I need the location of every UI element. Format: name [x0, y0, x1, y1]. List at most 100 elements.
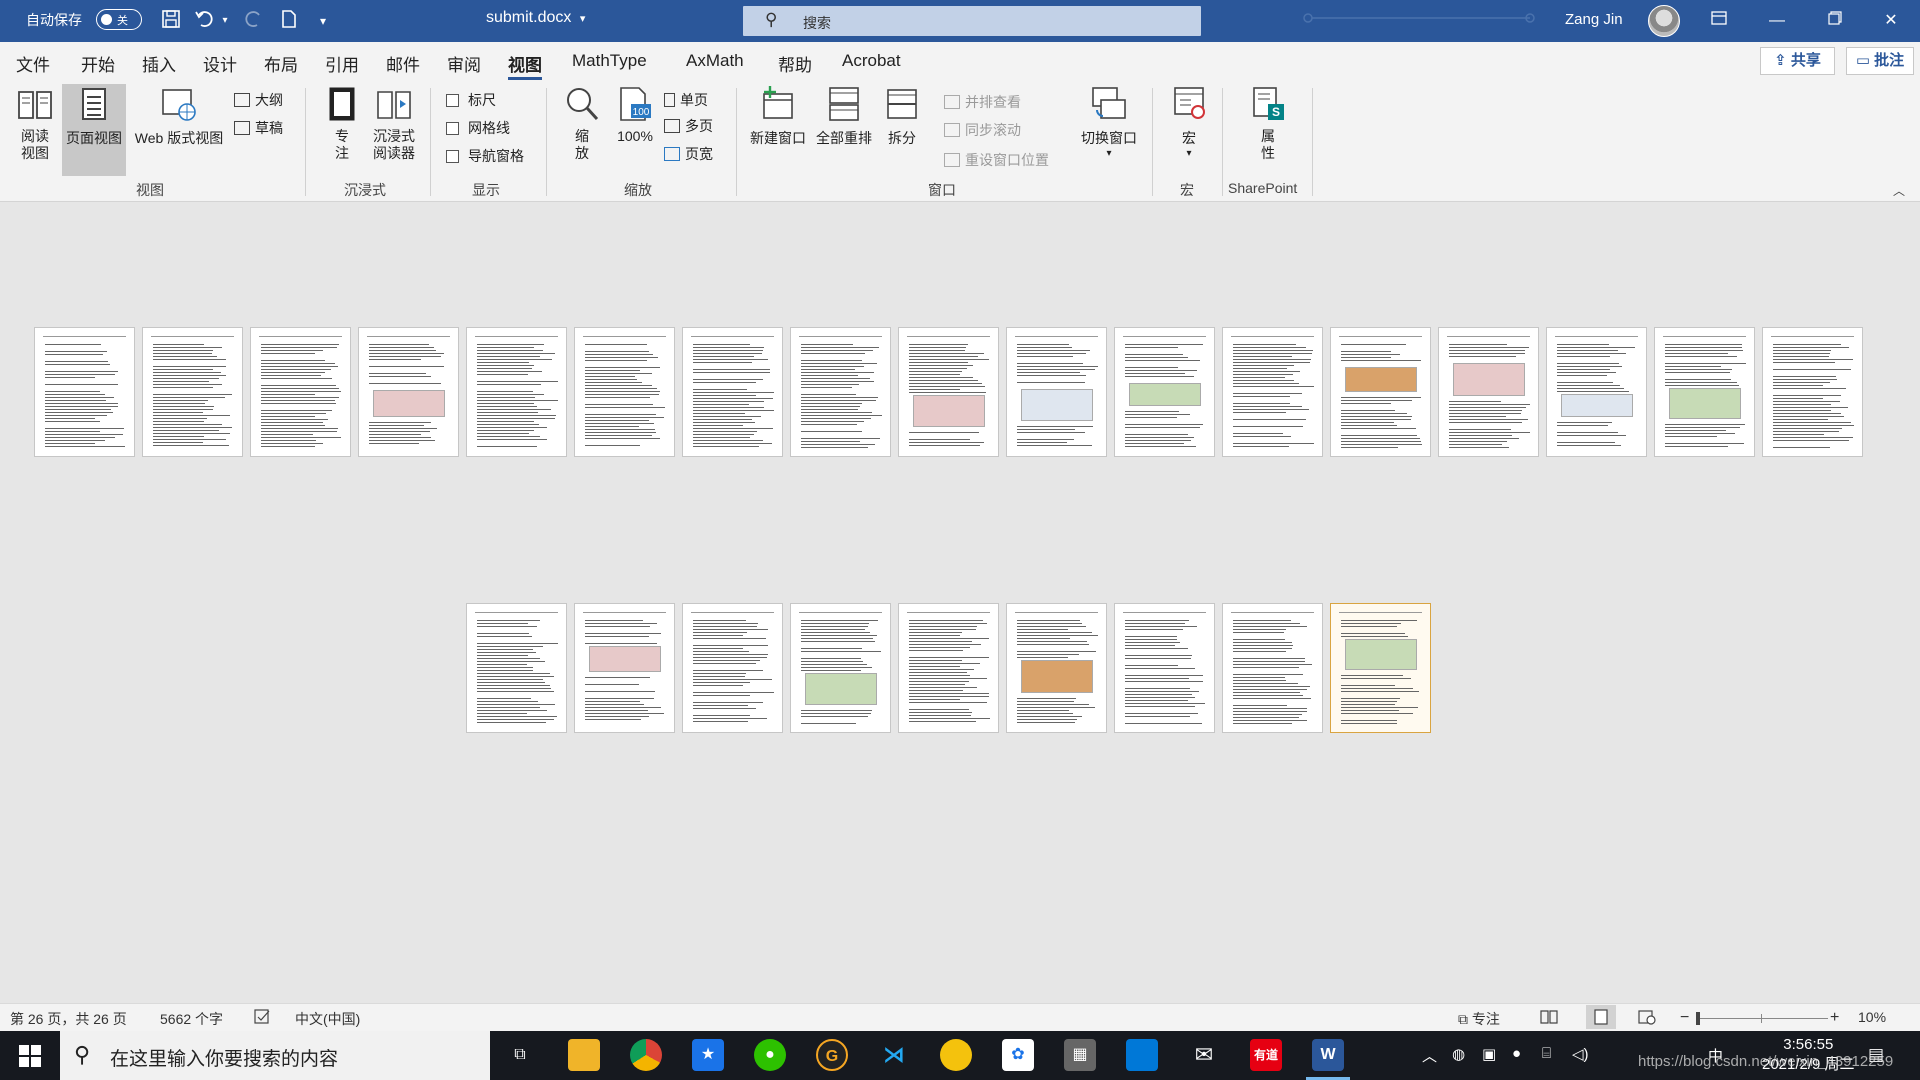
new-document-icon[interactable] — [276, 9, 302, 33]
app-red-icon[interactable]: 有道 — [1250, 1039, 1282, 1071]
tray-app-icon[interactable]: ▣ — [1482, 1045, 1496, 1063]
draft-button[interactable]: 草稿 — [234, 118, 283, 138]
focus-button[interactable]: 专注 — [318, 86, 366, 178]
minimize-icon[interactable]: — — [1748, 0, 1806, 42]
tab-mailings[interactable]: 邮件 — [386, 51, 420, 76]
tab-design[interactable]: 设计 — [203, 51, 237, 76]
page-thumbnail[interactable] — [1438, 327, 1539, 457]
zoom-percentage[interactable]: 10% — [1858, 1009, 1886, 1025]
page-thumbnail[interactable] — [1222, 327, 1323, 457]
macros-button[interactable]: 宏 ▾ — [1164, 86, 1214, 178]
task-view-icon[interactable]: ⧉ — [504, 1039, 536, 1071]
search-box[interactable]: ⚲ 搜索 — [743, 6, 1201, 36]
page-thumbnail[interactable] — [34, 327, 135, 457]
arrange-all-button[interactable]: 全部重排 — [812, 86, 876, 156]
split-button[interactable]: 拆分 — [880, 86, 924, 156]
synchronous-scrolling-button[interactable]: 同步滚动 — [944, 120, 1021, 140]
new-window-button[interactable]: 新建窗口 — [746, 86, 810, 156]
tab-help[interactable]: 帮助 — [778, 51, 812, 76]
page-thumbnail[interactable] — [1114, 327, 1215, 457]
page-thumbnail[interactable] — [682, 603, 783, 733]
page-thumbnail[interactable] — [466, 327, 567, 457]
user-name[interactable]: Zang Jin — [1565, 11, 1623, 28]
taskbar-search[interactable]: ⚲ 在这里输入你要搜索的内容 — [60, 1031, 490, 1080]
read-mode-button[interactable]: 阅读视图 — [12, 86, 58, 178]
app-g-icon[interactable]: G — [816, 1039, 848, 1071]
focus-mode-button[interactable]: ⧉ 专注 — [1458, 1009, 1500, 1029]
app-cloud-icon[interactable]: ✿ — [1002, 1039, 1034, 1071]
page-thumbnail[interactable] — [574, 603, 675, 733]
page-thumbnail[interactable] — [250, 327, 351, 457]
word-icon[interactable]: W — [1306, 1039, 1350, 1080]
zoom-out-icon[interactable]: − — [1680, 1009, 1689, 1027]
tab-view[interactable]: 视图 — [508, 51, 542, 80]
close-icon[interactable]: ✕ — [1862, 0, 1920, 42]
start-button[interactable] — [0, 1031, 60, 1080]
tab-axmath[interactable]: AxMath — [686, 51, 744, 71]
undo-dropdown-icon[interactable]: ▾ — [218, 9, 232, 33]
one-page-button[interactable]: 单页 — [664, 90, 708, 110]
page-thumbnail[interactable] — [358, 327, 459, 457]
tab-home[interactable]: 开始 — [81, 51, 115, 76]
share-button[interactable]: ⇪ 共享 — [1760, 47, 1835, 75]
app-star-icon[interactable]: ★ — [692, 1039, 724, 1071]
page-thumbnail[interactable] — [1114, 603, 1215, 733]
page-thumbnail[interactable] — [790, 327, 891, 457]
page-thumbnail[interactable] — [1006, 603, 1107, 733]
read-mode-view-icon[interactable] — [1540, 1009, 1562, 1027]
zoom-button[interactable]: 缩放 — [556, 86, 608, 178]
chrome-icon[interactable] — [630, 1039, 662, 1071]
page-thumbnail[interactable] — [574, 327, 675, 457]
avatar[interactable] — [1648, 5, 1680, 37]
file-explorer-icon[interactable] — [568, 1039, 600, 1071]
properties-button[interactable]: S 属性 — [1244, 86, 1292, 178]
page-thumbnail[interactable] — [466, 603, 567, 733]
document-title[interactable]: submit.docx ▾ — [486, 9, 585, 27]
zoom-slider[interactable] — [1696, 1012, 1828, 1025]
app-yellow-icon[interactable] — [940, 1039, 972, 1071]
page-number-indicator[interactable]: 第 26 页，共 26 页 — [10, 1009, 127, 1029]
page-width-button[interactable]: 页宽 — [664, 144, 713, 164]
tab-references[interactable]: 引用 — [325, 51, 359, 76]
switch-windows-button[interactable]: 切换窗口 ▾ — [1076, 86, 1142, 178]
page-thumbnail[interactable] — [1546, 327, 1647, 457]
page-thumbnail[interactable] — [1654, 327, 1755, 457]
volume-icon[interactable]: ◁) — [1572, 1045, 1589, 1063]
autosave-toggle[interactable]: 关 — [96, 9, 142, 30]
zoom-in-icon[interactable]: + — [1830, 1009, 1839, 1027]
page-thumbnail[interactable] — [1330, 327, 1431, 457]
gridlines-checkbox[interactable]: 网格线 — [446, 118, 510, 138]
page-thumbnail[interactable] — [1330, 603, 1431, 733]
print-layout-view-icon[interactable] — [1586, 1005, 1616, 1029]
comments-button[interactable]: ▭ 批注 — [1846, 47, 1914, 75]
page-thumbnail[interactable] — [1762, 327, 1863, 457]
web-layout-button[interactable]: Web 版式视图 — [128, 86, 230, 146]
tab-layout[interactable]: 布局 — [264, 51, 298, 76]
wechat-icon[interactable]: ● — [754, 1039, 786, 1071]
reset-window-position-button[interactable]: 重设窗口位置 — [944, 150, 1049, 170]
proofing-icon[interactable] — [254, 1009, 272, 1028]
ruler-checkbox[interactable]: 标尺 — [446, 90, 496, 110]
document-canvas[interactable] — [0, 203, 1920, 1003]
collapse-ribbon-icon[interactable]: ︿ — [1893, 182, 1905, 199]
app-blue-icon[interactable] — [1126, 1039, 1158, 1071]
zoom-100-button[interactable]: 100 100% — [610, 86, 660, 156]
tab-review[interactable]: 审阅 — [447, 51, 481, 76]
print-layout-button[interactable]: 页面视图 — [62, 84, 126, 176]
chevron-up-icon[interactable]: ︿ — [1422, 1045, 1437, 1066]
page-thumbnail[interactable] — [898, 603, 999, 733]
outline-button[interactable]: 大纲 — [234, 90, 283, 110]
customize-toolbar-icon[interactable]: ▾ — [310, 9, 336, 33]
redo-icon[interactable] — [240, 9, 266, 33]
tab-acrobat[interactable]: Acrobat — [842, 51, 901, 71]
page-thumbnail[interactable] — [142, 327, 243, 457]
wechat-tray-icon[interactable]: ● — [1512, 1045, 1521, 1062]
language-indicator[interactable]: 中文(中国) — [295, 1009, 360, 1029]
restore-icon[interactable] — [1806, 0, 1864, 42]
tab-mathtype[interactable]: MathType — [572, 51, 647, 71]
page-thumbnail[interactable] — [790, 603, 891, 733]
zoom-slider-thumb[interactable] — [1696, 1012, 1700, 1025]
word-count[interactable]: 5662 个字 — [160, 1009, 223, 1029]
page-thumbnail[interactable] — [1006, 327, 1107, 457]
page-thumbnail[interactable] — [898, 327, 999, 457]
